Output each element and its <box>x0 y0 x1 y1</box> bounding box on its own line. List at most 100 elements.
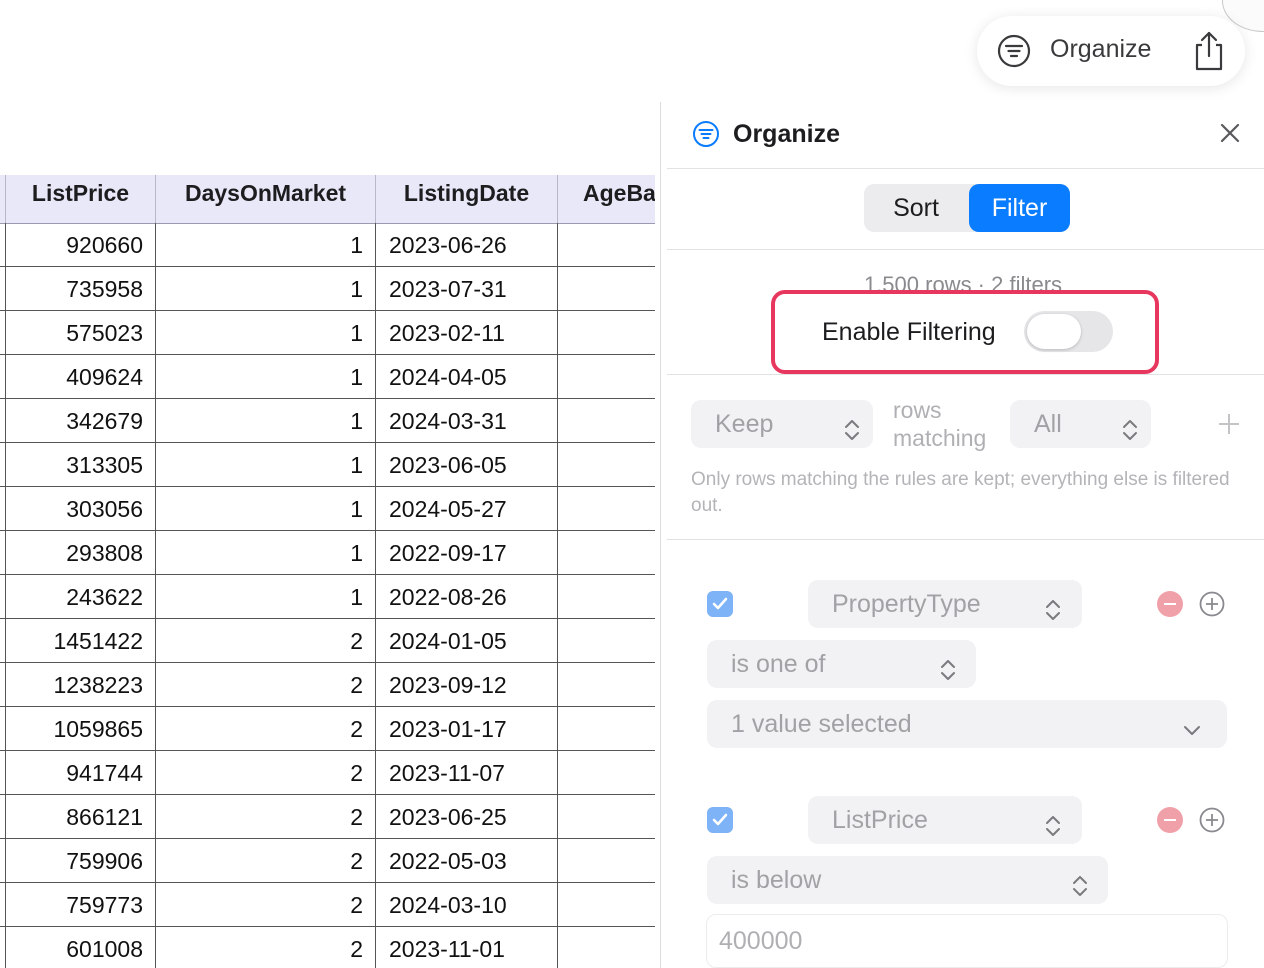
cell-agebanding[interactable] <box>558 751 655 795</box>
table-row[interactable]: 293808 1 2022-09-17 <box>0 531 655 575</box>
table-row[interactable]: 920660 1 2023-06-26 <box>0 223 655 267</box>
cell-agebanding[interactable] <box>558 795 655 839</box>
cell-daysonmarket[interactable]: 2 <box>156 619 376 663</box>
cell-agebanding[interactable] <box>558 223 655 267</box>
filter-1-checkbox[interactable] <box>707 591 733 617</box>
cell-listprice[interactable]: 342679 <box>6 399 156 443</box>
cell-agebanding[interactable] <box>558 927 655 968</box>
cell-daysonmarket[interactable]: 1 <box>156 399 376 443</box>
cell-listingdate[interactable]: 2023-11-07 <box>376 751 558 795</box>
filter-1-operator-select[interactable]: is one of <box>707 640 976 688</box>
match-mode-select[interactable]: All <box>1010 400 1151 448</box>
cell-daysonmarket[interactable]: 2 <box>156 751 376 795</box>
cell-daysonmarket[interactable]: 2 <box>156 927 376 968</box>
cell-daysonmarket[interactable]: 2 <box>156 795 376 839</box>
table-row[interactable]: 303056 1 2024-05-27 <box>0 487 655 531</box>
table-row[interactable]: 1451422 2 2024-01-05 <box>0 619 655 663</box>
tab-sort[interactable]: Sort <box>864 184 968 232</box>
filter-1-value-dropdown[interactable]: 1 value selected <box>707 700 1227 748</box>
cell-agebanding[interactable] <box>558 399 655 443</box>
cell-listprice[interactable]: 409624 <box>6 355 156 399</box>
close-icon[interactable] <box>1217 120 1243 146</box>
table-row[interactable]: 313305 1 2023-06-05 <box>0 443 655 487</box>
share-icon[interactable] <box>1191 30 1227 72</box>
cell-listprice[interactable]: 759773 <box>6 883 156 927</box>
cell-daysonmarket[interactable]: 1 <box>156 355 376 399</box>
cell-daysonmarket[interactable]: 1 <box>156 311 376 355</box>
cell-listingdate[interactable]: 2023-06-05 <box>376 443 558 487</box>
cell-listprice[interactable]: 1451422 <box>6 619 156 663</box>
header-daysonmarket[interactable]: DaysOnMarket <box>156 175 376 223</box>
enable-filtering-toggle[interactable] <box>1024 311 1113 352</box>
header-agebanding[interactable]: AgeBa <box>558 175 655 223</box>
filter-1-field-select[interactable]: PropertyType <box>808 580 1082 628</box>
cell-listingdate[interactable]: 2023-11-01 <box>376 927 558 968</box>
filter-2-operator-select[interactable]: is below <box>707 856 1108 904</box>
cell-daysonmarket[interactable]: 1 <box>156 487 376 531</box>
cell-agebanding[interactable] <box>558 355 655 399</box>
cell-listprice[interactable]: 866121 <box>6 795 156 839</box>
table-row[interactable]: 1059865 2 2023-01-17 <box>0 707 655 751</box>
cell-listingdate[interactable]: 2024-01-05 <box>376 619 558 663</box>
cell-agebanding[interactable] <box>558 443 655 487</box>
cell-listingdate[interactable]: 2023-06-25 <box>376 795 558 839</box>
table-row[interactable]: 243622 1 2022-08-26 <box>0 575 655 619</box>
filter-1-remove-icon[interactable] <box>1157 591 1183 617</box>
cell-listprice[interactable]: 601008 <box>6 927 156 968</box>
keep-mode-select[interactable]: Keep <box>691 400 873 448</box>
cell-daysonmarket[interactable]: 2 <box>156 883 376 927</box>
cell-agebanding[interactable] <box>558 311 655 355</box>
cell-listingdate[interactable]: 2024-05-27 <box>376 487 558 531</box>
organize-button[interactable]: Organize <box>1050 35 1151 64</box>
cell-daysonmarket[interactable]: 2 <box>156 839 376 883</box>
cell-agebanding[interactable] <box>558 267 655 311</box>
tab-filter[interactable]: Filter <box>969 184 1070 232</box>
cell-listingdate[interactable]: 2024-04-05 <box>376 355 558 399</box>
cell-daysonmarket[interactable]: 2 <box>156 663 376 707</box>
cell-agebanding[interactable] <box>558 619 655 663</box>
cell-daysonmarket[interactable]: 1 <box>156 267 376 311</box>
header-listprice[interactable]: ListPrice <box>6 175 156 223</box>
organize-icon[interactable] <box>997 34 1031 68</box>
cell-listingdate[interactable]: 2024-03-10 <box>376 883 558 927</box>
table-row[interactable]: 759773 2 2024-03-10 <box>0 883 655 927</box>
filter-2-add-icon[interactable] <box>1199 807 1225 833</box>
cell-listingdate[interactable]: 2023-01-17 <box>376 707 558 751</box>
cell-listprice[interactable]: 920660 <box>6 223 156 267</box>
table-row[interactable]: 1238223 2 2023-09-12 <box>0 663 655 707</box>
cell-agebanding[interactable] <box>558 487 655 531</box>
cell-listprice[interactable]: 759906 <box>6 839 156 883</box>
table-row[interactable]: 866121 2 2023-06-25 <box>0 795 655 839</box>
cell-listprice[interactable]: 243622 <box>6 575 156 619</box>
add-rule-icon[interactable] <box>1217 412 1241 436</box>
cell-listprice[interactable]: 313305 <box>6 443 156 487</box>
cell-listingdate[interactable]: 2022-09-17 <box>376 531 558 575</box>
cell-listprice[interactable]: 941744 <box>6 751 156 795</box>
filter-2-remove-icon[interactable] <box>1157 807 1183 833</box>
cell-listingdate[interactable]: 2023-09-12 <box>376 663 558 707</box>
cell-listingdate[interactable]: 2022-05-03 <box>376 839 558 883</box>
filter-2-value-input[interactable]: 400000 <box>706 914 1228 968</box>
header-listingdate[interactable]: ListingDate <box>376 175 558 223</box>
table-row[interactable]: 735958 1 2023-07-31 <box>0 267 655 311</box>
cell-listprice[interactable]: 735958 <box>6 267 156 311</box>
table-row[interactable]: 759906 2 2022-05-03 <box>0 839 655 883</box>
cell-daysonmarket[interactable]: 1 <box>156 443 376 487</box>
table-row[interactable]: 342679 1 2024-03-31 <box>0 399 655 443</box>
cell-daysonmarket[interactable]: 1 <box>156 575 376 619</box>
cell-listprice[interactable]: 303056 <box>6 487 156 531</box>
cell-agebanding[interactable] <box>558 531 655 575</box>
cell-listingdate[interactable]: 2024-03-31 <box>376 399 558 443</box>
filter-1-add-icon[interactable] <box>1199 591 1225 617</box>
cell-listprice[interactable]: 293808 <box>6 531 156 575</box>
cell-listprice[interactable]: 1059865 <box>6 707 156 751</box>
cell-listingdate[interactable]: 2023-06-26 <box>376 223 558 267</box>
cell-agebanding[interactable] <box>558 707 655 751</box>
table-row[interactable]: 601008 2 2023-11-01 <box>0 927 655 968</box>
cell-daysonmarket[interactable]: 1 <box>156 223 376 267</box>
table-row[interactable]: 941744 2 2023-11-07 <box>0 751 655 795</box>
cell-agebanding[interactable] <box>558 883 655 927</box>
cell-agebanding[interactable] <box>558 663 655 707</box>
cell-listingdate[interactable]: 2023-02-11 <box>376 311 558 355</box>
cell-daysonmarket[interactable]: 1 <box>156 531 376 575</box>
